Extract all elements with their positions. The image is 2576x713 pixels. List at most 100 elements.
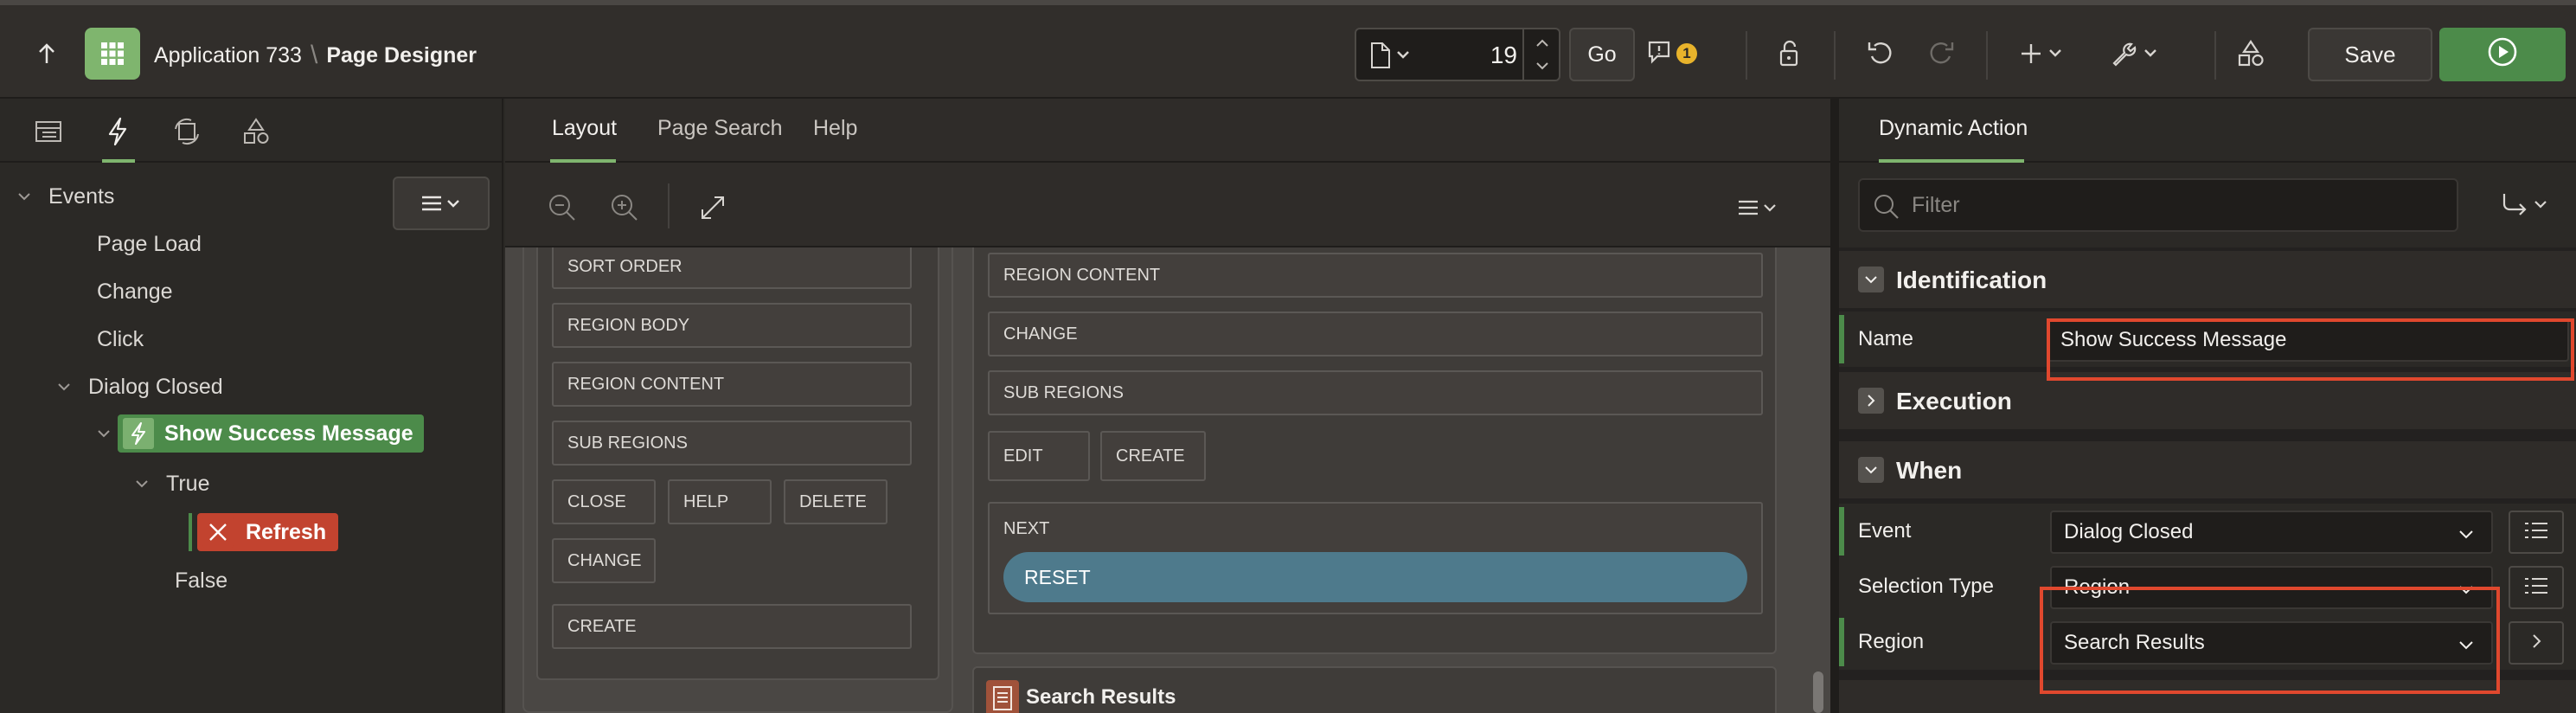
- redo-icon[interactable]: [1922, 35, 1960, 73]
- tree-node-change[interactable]: Change: [97, 273, 173, 310]
- slot-next[interactable]: NEXT RESET: [988, 502, 1763, 614]
- filter-input[interactable]: Filter: [1858, 178, 2458, 232]
- tree-node-show-success-message[interactable]: Show Success Message: [95, 414, 424, 453]
- slot-sub-regions[interactable]: SUB REGIONS: [988, 370, 1763, 415]
- section-when[interactable]: When: [1839, 441, 2576, 498]
- toolbar-divider: [2214, 31, 2216, 80]
- property-label: Region: [1858, 630, 1925, 653]
- shared-components-tab-icon[interactable]: [239, 114, 273, 149]
- messages-button[interactable]: 1: [1647, 35, 1697, 73]
- up-arrow-icon[interactable]: [26, 35, 67, 73]
- name-field[interactable]: Show Success Message: [2047, 318, 2569, 362]
- utilities-wrench-icon[interactable]: [2109, 35, 2164, 73]
- search-results-region[interactable]: Search Results: [972, 666, 1777, 713]
- canvas-scrollbar[interactable]: [1813, 671, 1823, 713]
- undo-icon[interactable]: [1862, 35, 1900, 73]
- shared-components-icon[interactable]: [2232, 35, 2270, 73]
- slot-create[interactable]: CREATE: [1100, 431, 1206, 481]
- tree-node-page-load[interactable]: Page Load: [97, 226, 202, 262]
- tree-node-label: Events: [48, 183, 115, 209]
- chevron-down-icon[interactable]: [133, 475, 151, 492]
- event-select[interactable]: Dialog Closed: [2050, 511, 2493, 554]
- chevron-down-icon[interactable]: [95, 425, 112, 442]
- active-tab-indicator: [1879, 159, 2024, 163]
- event-selected-value: Dialog Closed: [2064, 520, 2194, 543]
- error-x-icon: [202, 517, 234, 548]
- slot-help[interactable]: HELP: [668, 479, 772, 524]
- slot-change[interactable]: CHANGE: [552, 538, 656, 583]
- refresh-action[interactable]: Refresh: [197, 513, 339, 551]
- tree-node-false[interactable]: False: [175, 562, 227, 599]
- tree-node-dialog-closed[interactable]: Dialog Closed: [55, 369, 223, 405]
- slot-region-body[interactable]: REGION BODY: [552, 303, 912, 348]
- layout-menu-button[interactable]: [1732, 190, 1787, 225]
- slot-sub-regions[interactable]: SUB REGIONS: [552, 421, 912, 466]
- dynamic-actions-tab-icon[interactable]: [100, 114, 135, 149]
- processing-tab-icon[interactable]: [170, 114, 204, 149]
- toolbar-divider: [668, 183, 670, 228]
- slot-region-content[interactable]: REGION CONTENT: [988, 253, 1763, 298]
- tab-page-search[interactable]: Page Search: [657, 116, 783, 141]
- chevron-down-icon[interactable]: [16, 188, 33, 205]
- slot-change[interactable]: CHANGE: [988, 312, 1763, 356]
- tree-node-click[interactable]: Click: [97, 321, 144, 357]
- event-list-button[interactable]: [2509, 511, 2564, 554]
- go-to-region-button[interactable]: [2509, 621, 2564, 665]
- slot-close[interactable]: CLOSE: [552, 479, 656, 524]
- lock-page-icon[interactable]: [1770, 35, 1808, 73]
- app-grid-icon[interactable]: [85, 28, 140, 80]
- tab-layout[interactable]: Layout: [552, 116, 617, 141]
- selection-type-list-button[interactable]: [2509, 566, 2564, 609]
- tab-dynamic-action[interactable]: Dynamic Action: [1879, 116, 2028, 141]
- required-indicator: [1839, 315, 1844, 363]
- property-label: Name: [1858, 327, 1914, 350]
- property-groups: Identification Name Show Success Message…: [1839, 247, 2576, 713]
- slot-delete[interactable]: DELETE: [784, 479, 888, 524]
- zoom-in-icon[interactable]: [607, 190, 642, 225]
- go-button[interactable]: Go: [1569, 28, 1635, 81]
- filter-placeholder: Filter: [1912, 192, 1960, 217]
- selected-dynamic-action[interactable]: Show Success Message: [118, 414, 424, 453]
- reset-button[interactable]: RESET: [1003, 552, 1747, 602]
- tree-node-events[interactable]: Events: [16, 178, 114, 215]
- rendering-tab-icon[interactable]: [31, 114, 66, 149]
- zoom-out-icon[interactable]: [545, 190, 580, 225]
- tree-node-label: Change: [97, 279, 173, 304]
- page-number-input[interactable]: 19: [1439, 42, 1517, 69]
- expand-icon[interactable]: [695, 190, 730, 225]
- chevron-down-icon[interactable]: [1858, 267, 1884, 292]
- tree-node-refresh[interactable]: Refresh: [189, 513, 339, 551]
- go-to-group-button[interactable]: [2486, 178, 2569, 232]
- page-selector[interactable]: 19: [1355, 28, 1560, 81]
- chevron-down-icon[interactable]: [1858, 457, 1884, 483]
- tree-node-true[interactable]: True: [133, 466, 209, 502]
- slot-edit[interactable]: EDIT: [988, 431, 1090, 481]
- left-pane: Events Page Load Change Click Dialog Clo…: [0, 99, 503, 713]
- message-alert-icon: [1647, 40, 1671, 68]
- tree-node-label: Dialog Closed: [88, 374, 223, 399]
- page-number-stepper[interactable]: [1522, 29, 1559, 80]
- create-menu-button[interactable]: [2019, 35, 2071, 73]
- tree-menu-button[interactable]: [393, 177, 490, 230]
- breadcrumb-app-link[interactable]: Application 733: [154, 43, 302, 68]
- chevron-right-icon[interactable]: [1858, 388, 1884, 414]
- property-event-row: Event Dialog Closed: [1839, 504, 2576, 559]
- region-select[interactable]: Search Results: [2050, 621, 2493, 665]
- tree-node-label: Click: [97, 326, 144, 351]
- run-page-button[interactable]: [2439, 28, 2566, 81]
- slot-next-label: NEXT: [1003, 519, 1050, 538]
- search-results-title: Search Results: [1026, 685, 1176, 709]
- slot-create[interactable]: CREATE: [552, 604, 912, 649]
- slot-sort-order[interactable]: SORT ORDER: [552, 247, 912, 289]
- toolbar-divider: [1834, 31, 1836, 80]
- slot-region-content[interactable]: REGION CONTENT: [552, 362, 912, 407]
- selection-type-select[interactable]: Region: [2050, 566, 2493, 609]
- pane-splitter[interactable]: [1830, 99, 1839, 713]
- required-indicator: [1839, 618, 1844, 666]
- document-icon[interactable]: [1368, 42, 1413, 74]
- section-execution[interactable]: Execution: [1839, 372, 2576, 429]
- tab-help[interactable]: Help: [813, 116, 857, 141]
- chevron-down-icon[interactable]: [55, 378, 73, 395]
- save-button[interactable]: Save: [2308, 28, 2432, 81]
- section-identification[interactable]: Identification: [1839, 251, 2576, 308]
